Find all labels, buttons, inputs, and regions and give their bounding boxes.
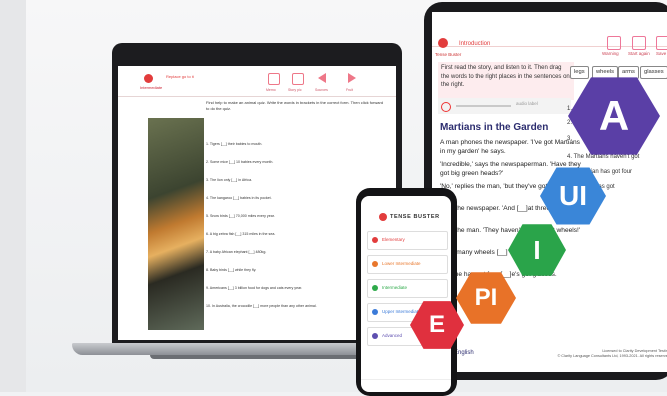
story-paragraph: says the man. 'They haven't got [__]got …	[440, 227, 581, 234]
quiz-sentence: 5. Snow birds [__] 70,000 miles every ye…	[206, 214, 275, 218]
forward-arrow-icon[interactable]	[348, 73, 356, 83]
exercise-title: Replace go to it	[166, 74, 194, 79]
exercise-title: Introduction	[459, 41, 491, 47]
quiz-sentence: 2. Some mice [__] 10 babies every month.	[206, 160, 274, 164]
audio-progress-bar[interactable]	[456, 105, 511, 107]
quiz-sentence: 9. Americans [__] 3 billion food for dog…	[206, 286, 303, 290]
left-edge-strip	[0, 0, 26, 392]
story-label: Story pic	[288, 88, 302, 92]
level-dot-icon	[372, 333, 378, 339]
level-label: Lower Intermediate	[382, 261, 421, 266]
level-item-lower-intermediate[interactable]: Lower Intermediate	[367, 255, 448, 274]
word-box[interactable]: arms	[618, 66, 639, 79]
story-title: Martians in the Garden	[440, 122, 549, 133]
laptop-display: Intermediate Replace go to it Memo Story…	[118, 66, 396, 340]
level-dot-icon	[372, 309, 378, 315]
level-label: Upper Intermediate	[382, 309, 421, 314]
word-box[interactable]: legs	[570, 66, 589, 79]
quiz-sentence: 8. Baby birds [__] while they fly.	[206, 268, 257, 272]
story-paragraph: but one has got four [__]e's got glasses…	[440, 271, 557, 278]
quiz-sentence: 7. A baby African elephant [__] 480kg.	[206, 250, 267, 254]
laptop-foot	[150, 355, 362, 359]
forward-label: Fruit	[346, 88, 353, 92]
level-dot-icon	[372, 261, 378, 267]
quiz-sentence: 10. In Australia, the crocodile [__] mor…	[206, 304, 317, 308]
memo-icon[interactable]	[268, 73, 280, 85]
app-logo-label: Tense Buster	[435, 52, 462, 57]
quiz-sentence: 3. The lion only [__] in Africa.	[206, 178, 253, 182]
tiger-photo	[148, 118, 204, 330]
back-label: Sources	[315, 88, 328, 92]
app-title: TENSE BUSTER	[390, 214, 440, 220]
word-box[interactable]: wheels	[592, 66, 619, 79]
tablet-instruction: First read the story, and listen to it. …	[438, 62, 574, 100]
level-item-elementary[interactable]: Elementary	[367, 231, 448, 250]
level-item-intermediate[interactable]: Intermediate	[367, 279, 448, 298]
phone-bottom-bar	[361, 379, 451, 392]
level-dot-icon	[372, 285, 378, 291]
app-logo-icon[interactable]	[144, 74, 153, 83]
quiz-sentence: 1. Tigers [__] their babies to mouth.	[206, 142, 263, 146]
quiz-sentence: 4. The kangaroo [__] babies in its pocke…	[206, 196, 272, 200]
level-label: Intermediate	[382, 285, 408, 290]
level-label: Intermediate	[140, 85, 163, 90]
quiz-sentence: 6. A big zebra fish [__] 315 miles in th…	[206, 232, 276, 236]
save-label: Save	[656, 51, 667, 56]
memo-label: Memo	[266, 88, 276, 92]
word-box[interactable]: glasses	[640, 66, 667, 79]
level-dot-icon	[372, 237, 378, 243]
answer-item: 4. The Martians haven't got	[567, 154, 640, 160]
story-paragraph: A man phones the newspaper. 'I've got Ma…	[440, 139, 580, 155]
story-icon[interactable]	[292, 73, 304, 85]
footer-legal: Licensed to Clarity Development Testing …	[557, 349, 667, 358]
play-icon[interactable]	[441, 102, 451, 112]
warning-label: Warning	[602, 51, 619, 56]
audio-label: audio label	[516, 101, 538, 106]
app-logo-icon	[379, 213, 387, 221]
laptop-instruction: Find help to make an animal quiz. Write …	[206, 100, 384, 111]
save-icon[interactable]	[656, 36, 667, 50]
level-label: Advanced	[382, 333, 403, 338]
restart-label: Start again	[628, 51, 650, 56]
answer-item: 3.	[567, 136, 573, 142]
warning-icon[interactable]	[607, 36, 621, 50]
phone-display: TENSE BUSTER Elementary Lower Intermedia…	[361, 196, 451, 392]
level-label: Elementary	[382, 237, 405, 242]
laptop-header: Intermediate Replace go to it Memo Story…	[118, 66, 396, 97]
back-arrow-icon[interactable]	[318, 73, 326, 83]
app-logo-icon[interactable]	[438, 38, 448, 48]
restart-icon[interactable]	[632, 36, 646, 50]
